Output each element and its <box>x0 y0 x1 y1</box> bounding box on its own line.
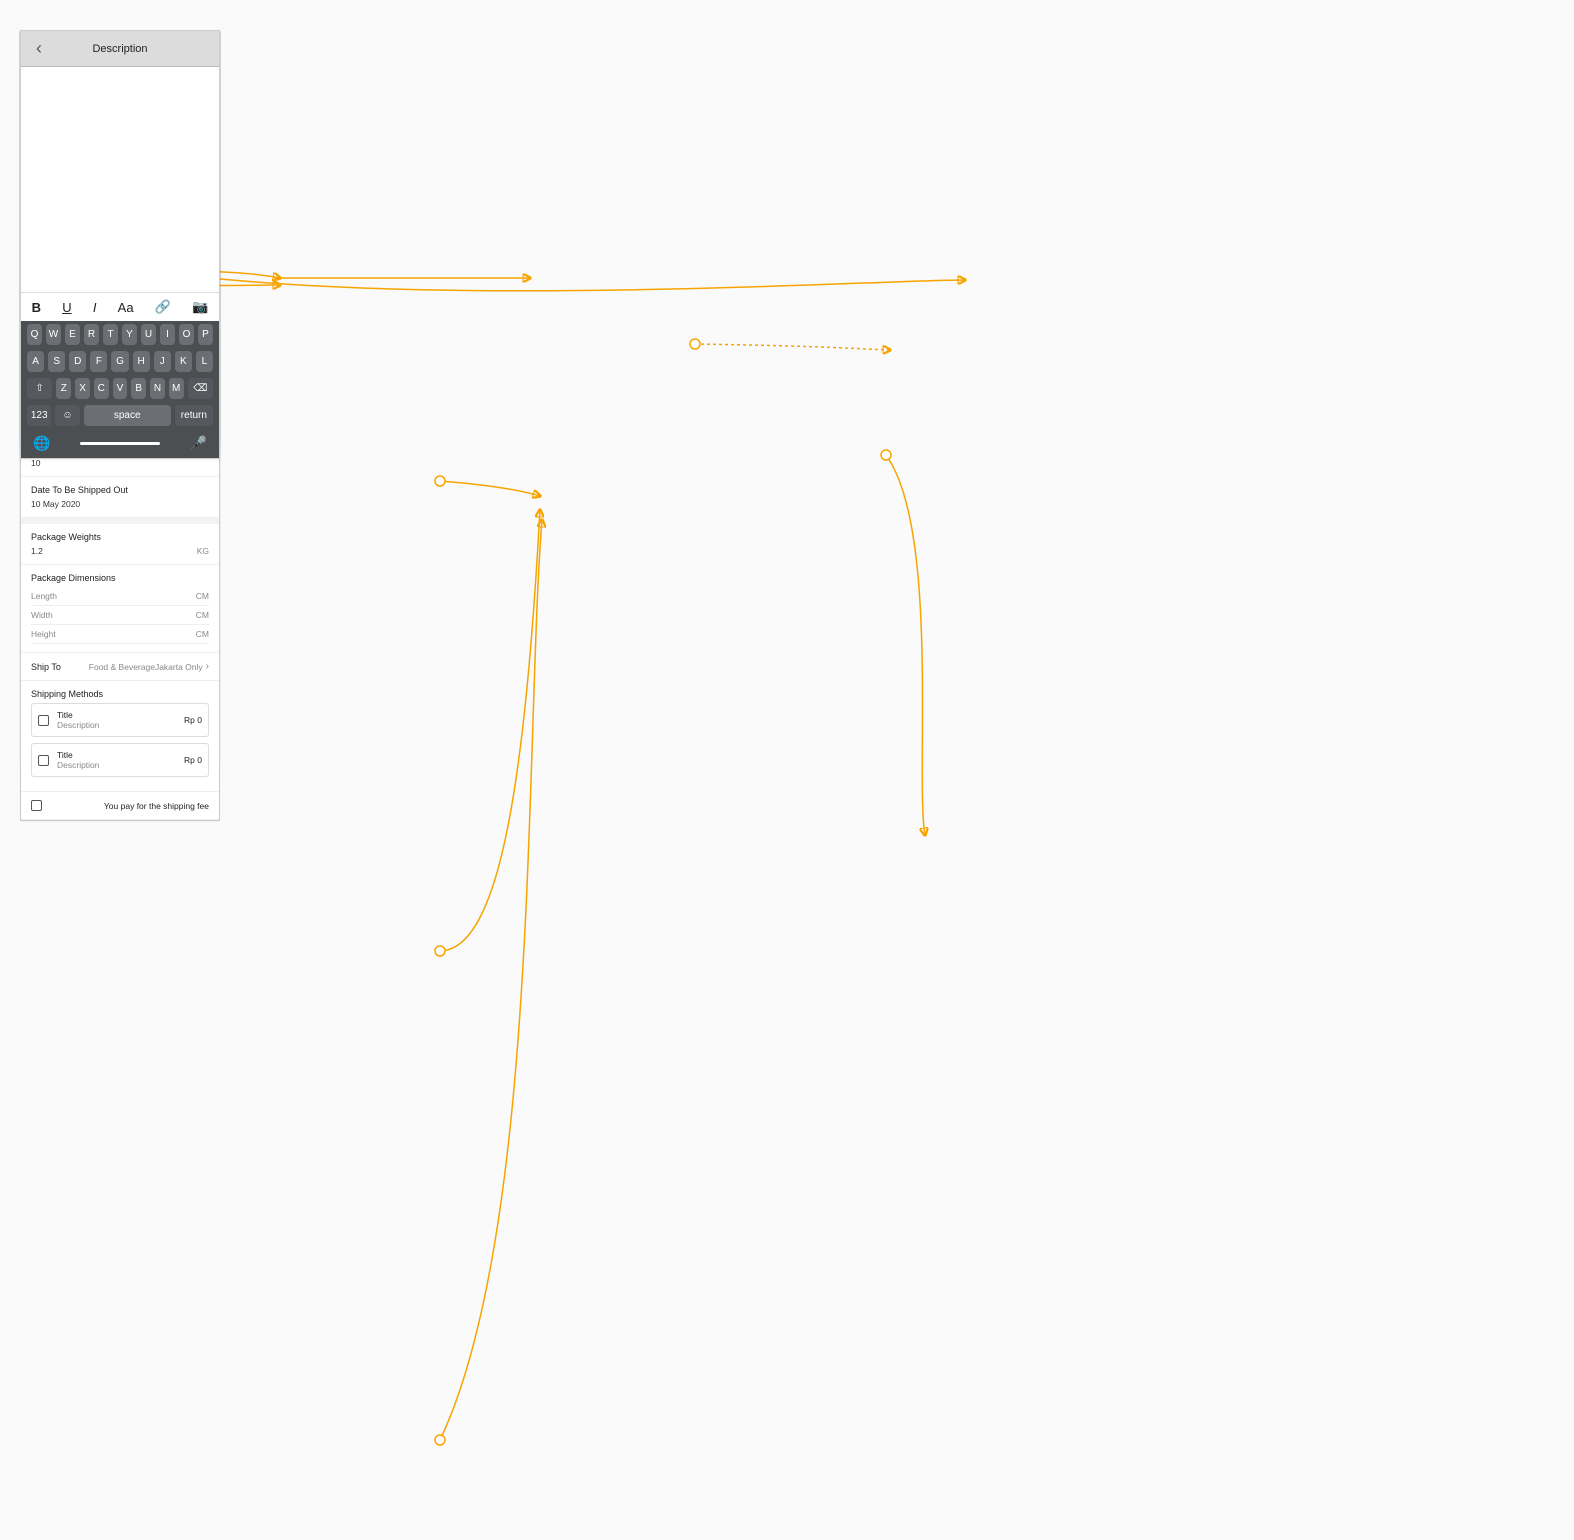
key-h[interactable]: H <box>133 351 150 372</box>
back-button[interactable]: ‹ <box>29 31 49 66</box>
key-y[interactable]: Y <box>122 324 137 345</box>
key-w[interactable]: W <box>46 324 61 345</box>
key-g[interactable]: G <box>111 351 128 372</box>
fontsize-button[interactable]: Aa <box>118 300 134 315</box>
link-icon[interactable]: 🔗 <box>155 299 171 315</box>
key-q[interactable]: Q <box>27 324 42 345</box>
num-key[interactable]: 123 <box>27 405 51 426</box>
key-n[interactable]: N <box>150 378 165 399</box>
globe-icon[interactable]: 🌐 <box>33 435 50 452</box>
key-f[interactable]: F <box>90 351 107 372</box>
emoji-key[interactable]: ☺ <box>55 405 79 426</box>
key-b[interactable]: B <box>131 378 146 399</box>
ship-to-row[interactable]: Ship To Food & BeverageJakarta Only› <box>21 653 219 681</box>
backspace-key[interactable]: ⌫ <box>188 378 213 399</box>
key-l[interactable]: L <box>196 351 213 372</box>
shift-key[interactable]: ⇧ <box>27 378 52 399</box>
keyboard: QWERTYUIOP ASDFGHJKL ⇧ ZXCVBNM ⌫ 123 ☺ s… <box>21 321 219 458</box>
key-p[interactable]: P <box>198 324 213 345</box>
key-m[interactable]: M <box>169 378 184 399</box>
key-u[interactable]: U <box>141 324 156 345</box>
screen-description-editor: ‹ Description B U I Aa 🔗 📷 QWERTYUIOP AS… <box>20 30 220 459</box>
key-r[interactable]: R <box>84 324 99 345</box>
key-k[interactable]: K <box>175 351 192 372</box>
return-key[interactable]: return <box>175 405 213 426</box>
italic-button[interactable]: I <box>93 300 97 315</box>
key-v[interactable]: V <box>113 378 128 399</box>
space-key[interactable]: space <box>84 405 171 426</box>
key-t[interactable]: T <box>103 324 118 345</box>
key-j[interactable]: J <box>154 351 171 372</box>
key-x[interactable]: X <box>75 378 90 399</box>
underline-button[interactable]: U <box>62 300 71 315</box>
key-c[interactable]: C <box>94 378 109 399</box>
key-a[interactable]: A <box>27 351 44 372</box>
key-s[interactable]: S <box>48 351 65 372</box>
description-textarea[interactable] <box>21 67 219 292</box>
key-d[interactable]: D <box>69 351 86 372</box>
mic-icon[interactable]: 🎤 <box>190 435 207 452</box>
key-z[interactable]: Z <box>56 378 71 399</box>
key-e[interactable]: E <box>65 324 80 345</box>
key-i[interactable]: I <box>160 324 175 345</box>
camera-icon[interactable]: 📷 <box>192 299 208 315</box>
bold-button[interactable]: B <box>32 300 41 315</box>
key-o[interactable]: O <box>179 324 194 345</box>
